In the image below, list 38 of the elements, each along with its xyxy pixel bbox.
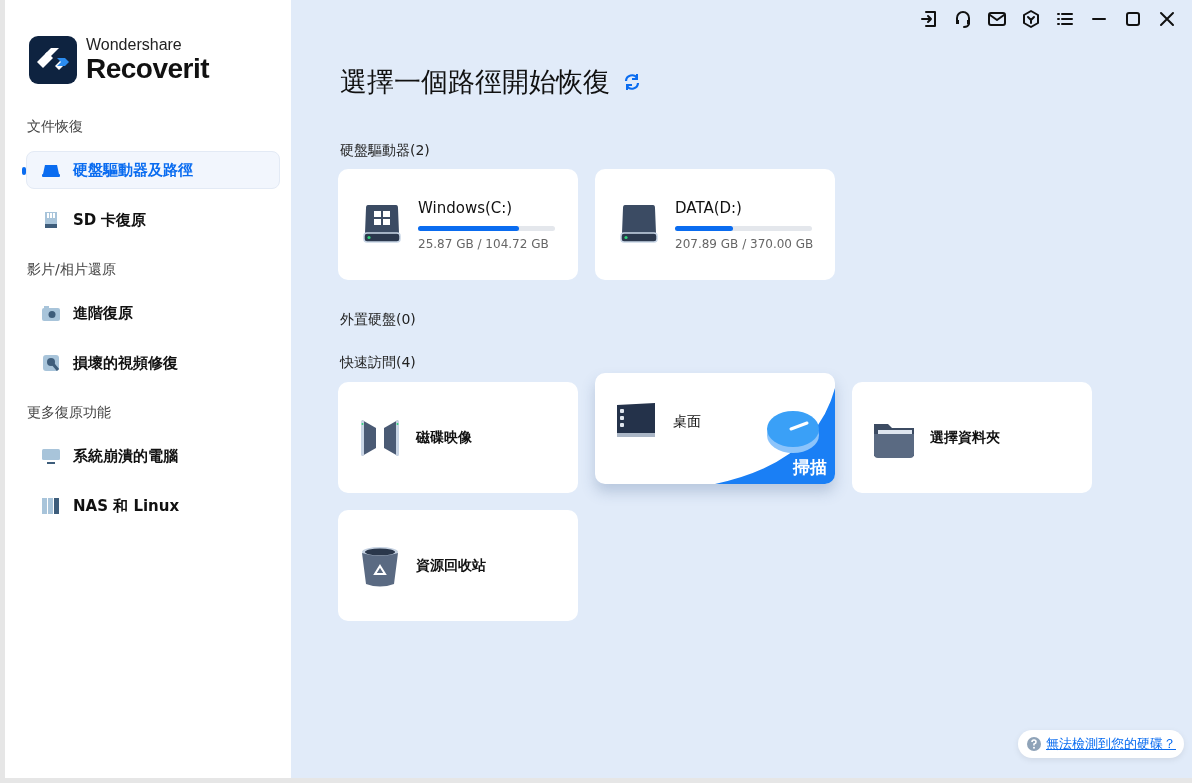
location-label: 桌面 [673, 413, 701, 431]
drive-card[interactable]: DATA(D:) 207.89 GB / 370.00 GB [595, 169, 835, 280]
refresh-icon[interactable] [622, 72, 642, 92]
sidebar-item[interactable]: 系統崩潰的電腦 [26, 437, 280, 475]
sidebar-item[interactable]: SD 卡復原 [26, 201, 280, 239]
location-card[interactable]: 桌面 掃描 [595, 373, 835, 484]
server-icon [41, 496, 61, 516]
drive-usage: 25.87 GB / 104.72 GB [418, 236, 550, 251]
drive-usage: 207.89 GB / 370.00 GB [675, 236, 812, 251]
sidebar-item[interactable]: NAS 和 Linux [26, 487, 280, 525]
drive-name: DATA(D:) [675, 198, 743, 217]
location-label: 資源回收站 [416, 556, 486, 575]
section-heading: 影片/相片還原 [27, 261, 117, 279]
location-label: 磁碟映像 [416, 428, 472, 447]
section-heading: 外置硬盤(0) [340, 311, 417, 329]
monitor-icon [41, 446, 61, 466]
location-card[interactable]: 磁碟映像 [338, 382, 578, 493]
wrench-icon [41, 353, 61, 373]
brand-name: Recoverit [86, 54, 210, 84]
section-heading: 快速訪問(4) [340, 354, 417, 372]
page-title: 選擇一個路徑開始恢復 [340, 65, 610, 99]
app-logo-icon [29, 36, 77, 84]
location-card[interactable]: 資源回收站 [338, 510, 578, 621]
scan-button[interactable]: 掃描 [793, 456, 827, 479]
section-heading: 更多復原功能 [27, 404, 112, 422]
help-link[interactable]: 無法檢測到您的硬碟？ [1046, 735, 1176, 753]
location-label: 選擇資料夾 [930, 428, 1000, 447]
help-icon [1027, 737, 1041, 751]
cube-icon[interactable] [1020, 8, 1042, 30]
location-card[interactable]: 選擇資料夾 [852, 382, 1092, 493]
sidebar-item[interactable]: 進階復原 [26, 294, 280, 332]
drive-name: Windows(C:) [418, 198, 514, 217]
brand-company: Wondershare [86, 36, 183, 54]
section-heading: 硬盤驅動器(2) [340, 142, 431, 160]
section-heading: 文件恢復 [27, 118, 84, 136]
sidebar-item[interactable]: 損壞的視頻修復 [26, 344, 280, 382]
camera-icon [41, 303, 61, 323]
drive-card[interactable]: Windows(C:) 25.87 GB / 104.72 GB [338, 169, 578, 280]
